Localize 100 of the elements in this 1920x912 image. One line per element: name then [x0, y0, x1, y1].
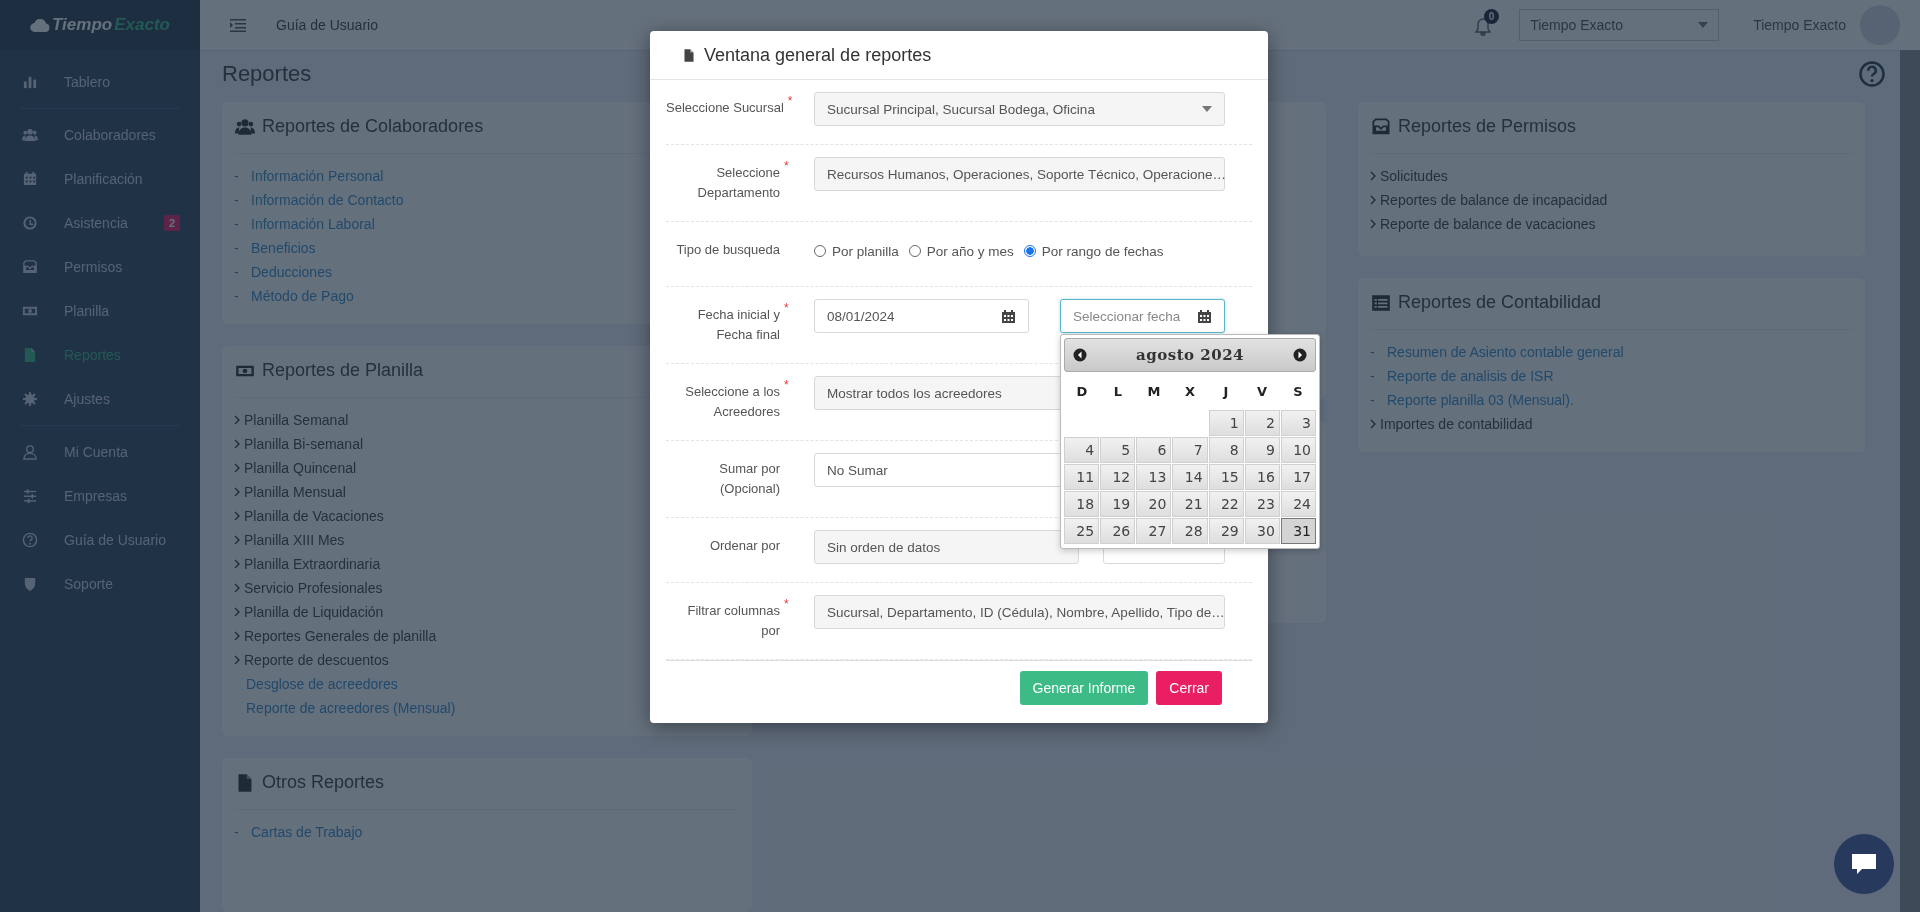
dash-mark: -: [234, 168, 240, 184]
report-link[interactable]: Planilla Mensual: [244, 484, 346, 500]
previous-month-icon[interactable]: [1073, 348, 1087, 362]
calendar-day[interactable]: 12: [1100, 464, 1136, 490]
report-link[interactable]: Reporte de acreedores (Mensual): [246, 700, 456, 716]
date-field[interactable]: Seleccionar fecha: [1060, 299, 1225, 333]
calendar-day[interactable]: 13: [1136, 464, 1172, 490]
calendar-day[interactable]: 10: [1280, 437, 1316, 463]
dash-mark: -: [234, 240, 240, 256]
calendar-day[interactable]: 25: [1064, 518, 1100, 544]
calendar-day[interactable]: 22: [1208, 491, 1244, 517]
weekday-label: M: [1146, 383, 1162, 399]
calendar-day[interactable]: 7: [1172, 437, 1208, 463]
report-link[interactable]: Información de Contacto: [251, 192, 404, 208]
calendar-day[interactable]: 8: [1208, 437, 1244, 463]
report-link[interactable]: Planilla de Vacaciones: [244, 508, 384, 524]
field-label: Filtrar columnas por: [687, 602, 780, 640]
file-icon: [22, 347, 38, 363]
card-title: Reportes de Colaboradores: [262, 116, 484, 137]
report-link[interactable]: Información Personal: [251, 168, 384, 184]
calendar-day[interactable]: 1: [1208, 410, 1244, 436]
calendar-day[interactable]: 4: [1064, 437, 1100, 463]
calendar-day[interactable]: 29: [1208, 518, 1244, 544]
report-link[interactable]: Planilla XIII Mes: [244, 532, 345, 548]
report-link[interactable]: Desglose de acreedores: [246, 676, 398, 692]
bell-icon[interactable]: [1475, 18, 1492, 36]
calendar-day[interactable]: 31: [1280, 518, 1316, 544]
report-link[interactable]: Beneficios: [251, 240, 316, 256]
calendar-day[interactable]: 24: [1280, 491, 1316, 517]
next-month-icon[interactable]: [1293, 348, 1307, 362]
report-link[interactable]: Planilla Extraordinaria: [244, 556, 381, 572]
caret-icon: [1698, 22, 1709, 28]
generate-button[interactable]: Generar Informe: [1019, 671, 1149, 705]
user-name[interactable]: Tiempo Exacto: [1753, 17, 1846, 33]
chat-button[interactable]: [1834, 834, 1894, 894]
user-icon: [22, 444, 38, 460]
menu-icon[interactable]: [230, 18, 246, 32]
report-link[interactable]: Planilla Bi-semanal: [244, 436, 364, 452]
field-label: Fecha inicial y Fecha final: [697, 306, 780, 344]
scrollbar[interactable]: [1900, 50, 1920, 912]
calendar-day[interactable]: 23: [1244, 491, 1280, 517]
report-link[interactable]: Reportes de balance de incapacidad: [1380, 192, 1608, 208]
card-title: Reportes de Planilla: [262, 360, 424, 381]
calendar-day[interactable]: 21: [1172, 491, 1208, 517]
report-link[interactable]: Planilla Quincenal: [244, 460, 357, 476]
help-icon: [22, 532, 38, 548]
chevron-icon: [234, 631, 241, 641]
report-link[interactable]: Reporte de balance de vacaciones: [1380, 216, 1596, 232]
calendar-day[interactable]: 3: [1280, 410, 1316, 436]
calendar-day[interactable]: 27: [1136, 518, 1172, 544]
calendar-day[interactable]: 15: [1208, 464, 1244, 490]
calendar-day[interactable]: 18: [1064, 491, 1100, 517]
radio-button[interactable]: [814, 245, 826, 257]
select-field[interactable]: Sucursal, Departamento, ID (Cédula), Nombre, Apellido, Tipo de…: [814, 595, 1225, 629]
report-link[interactable]: Reporte planilla 03 (Mensual).: [1387, 392, 1574, 408]
calendar-day[interactable]: 17: [1280, 464, 1316, 490]
report-link[interactable]: Servicio Profesionales: [244, 580, 383, 596]
close-button[interactable]: Cerrar: [1156, 671, 1222, 705]
calendar-day[interactable]: 5: [1100, 437, 1136, 463]
report-link[interactable]: Reporte de analisis de ISR: [1387, 368, 1554, 384]
report-link[interactable]: Cartas de Trabajo: [251, 824, 363, 840]
required-mark: *: [783, 596, 790, 613]
calendar-icon: [1197, 308, 1212, 324]
calendar-day[interactable]: 20: [1136, 491, 1172, 517]
report-link[interactable]: Resumen de Asiento contable general: [1387, 344, 1624, 360]
select-field[interactable]: Recursos Humanos, Operaciones, Soporte Técnico, Operacione…: [814, 157, 1225, 191]
report-link[interactable]: Deducciones: [251, 264, 332, 280]
radio-button[interactable]: [908, 245, 921, 257]
report-link[interactable]: Método de Pago: [251, 288, 354, 304]
user-guide-link[interactable]: Guía de Usuario: [276, 17, 378, 33]
chevron-icon: [234, 583, 241, 593]
required-mark: *: [783, 158, 790, 175]
calendar-icon: [1001, 308, 1016, 324]
report-link[interactable]: Reporte de descuentos: [244, 652, 389, 668]
report-link[interactable]: Importes de contabilidad: [1380, 416, 1533, 432]
calendar-day[interactable]: 9: [1244, 437, 1280, 463]
date-field[interactable]: 08/01/2024: [814, 299, 1029, 333]
calendar-day[interactable]: 30: [1244, 518, 1280, 544]
calendar-day[interactable]: 19: [1100, 491, 1136, 517]
field-label: Seleccione Sucursal: [666, 99, 784, 117]
calendar-day[interactable]: 11: [1064, 464, 1100, 490]
calendar-day[interactable]: 16: [1244, 464, 1280, 490]
report-link[interactable]: Planilla de Liquidación: [244, 604, 384, 620]
calendar-day[interactable]: 2: [1244, 410, 1280, 436]
report-link[interactable]: Información Laboral: [251, 216, 375, 232]
calendar-day[interactable]: 6: [1136, 437, 1172, 463]
card-title: Otros Reportes: [262, 772, 385, 793]
calendar-day[interactable]: 26: [1100, 518, 1136, 544]
radio-button[interactable]: [1023, 245, 1036, 257]
calendar-day[interactable]: 14: [1172, 464, 1208, 490]
dash-mark: -: [234, 192, 240, 208]
report-link[interactable]: Reportes Generales de planilla: [244, 628, 437, 644]
company-select[interactable]: Tiempo Exacto: [1519, 9, 1720, 41]
report-link[interactable]: Planilla Semanal: [244, 412, 349, 428]
dash-mark: -: [234, 288, 240, 304]
report-link[interactable]: Solicitudes: [1380, 168, 1448, 184]
help-icon[interactable]: [1858, 59, 1886, 88]
chevron-icon: [234, 655, 241, 665]
calendar-day[interactable]: 28: [1172, 518, 1208, 544]
select-field[interactable]: Sucursal Principal, Sucursal Bodega, Oficina: [814, 92, 1225, 126]
